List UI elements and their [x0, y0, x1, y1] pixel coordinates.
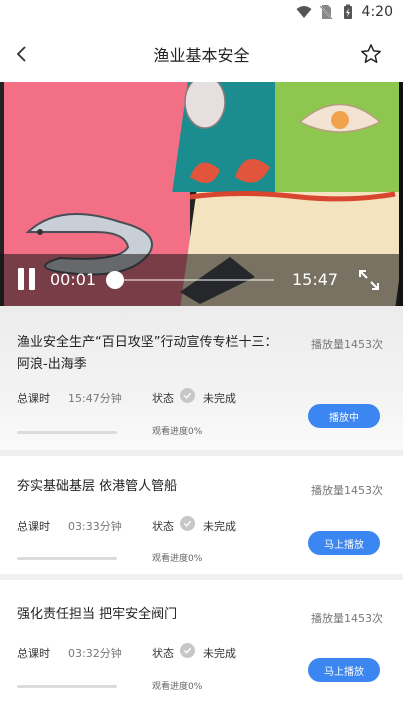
lesson-title: 强化责任担当 把牢安全阀门: [17, 607, 178, 622]
lesson-card-active[interactable]: 渔业安全生产“百日攻坚”行动宣传专栏十三：阿浪-出海季 播放量1453次 总课时…: [0, 306, 403, 450]
total-time: 15:47: [292, 270, 339, 289]
lesson-play-count: 播放量1453次: [311, 612, 383, 625]
lesson-card[interactable]: 夯实基础基层 依港管人管船 播放量1453次 总课时 03:33分钟 状态 未完…: [0, 456, 403, 574]
lesson-play-count: 播放量1453次: [311, 338, 383, 351]
lesson-progress-bar: [17, 431, 117, 434]
completion-status: 未完成: [203, 392, 236, 405]
duration-label: 总课时: [17, 647, 50, 660]
lesson-progress-bar: [17, 557, 117, 560]
wifi-icon: [296, 6, 312, 18]
check-icon: [180, 388, 195, 403]
pause-bar: [18, 268, 24, 290]
star-icon: [361, 44, 381, 63]
status-time: 4:20: [361, 4, 393, 20]
seek-bar[interactable]: [106, 271, 274, 289]
duration-label: 总课时: [17, 520, 50, 533]
check-icon: [180, 643, 195, 658]
duration-label: 总课时: [17, 392, 50, 405]
lesson-title: 渔业安全生产“百日攻坚”行动宣传专栏十三：阿浪-出海季: [17, 335, 278, 372]
lesson-progress-bar: [17, 685, 117, 688]
status-label: 状态: [152, 520, 174, 533]
watch-progress: 观看进度0%: [152, 427, 203, 437]
battery-charging-icon: [343, 4, 352, 19]
lesson-duration: 15:47分钟: [68, 392, 122, 405]
watch-progress: 观看进度0%: [152, 554, 203, 564]
lesson-play-count: 播放量1453次: [311, 484, 383, 497]
fullscreen-icon: [359, 270, 379, 290]
pause-button[interactable]: [18, 268, 38, 292]
status-bar: 4:20: [0, 0, 403, 28]
check-icon: [180, 516, 195, 531]
current-time: 00:01: [50, 270, 97, 289]
lesson-title: 夯实基础基层 依港管人管船: [17, 479, 178, 494]
completion-status: 未完成: [203, 647, 236, 660]
seek-bar-thumb[interactable]: [106, 271, 125, 289]
watch-progress: 观看进度0%: [152, 682, 203, 692]
favorite-button[interactable]: [357, 40, 385, 68]
lesson-card[interactable]: 强化责任担当 把牢安全阀门 播放量1453次 总课时 03:32分钟 状态 未完…: [0, 580, 403, 718]
playing-button[interactable]: 播放中: [308, 404, 380, 428]
play-now-button[interactable]: 马上播放: [308, 658, 380, 682]
video-controls: 00:01 15:47: [0, 254, 403, 306]
play-now-button[interactable]: 马上播放: [308, 531, 380, 555]
status-icons: 4:20: [296, 4, 393, 20]
lesson-duration: 03:33分钟: [68, 520, 122, 533]
fullscreen-button[interactable]: [357, 268, 381, 292]
status-label: 状态: [152, 647, 174, 660]
page-title: 渔业基本安全: [153, 46, 250, 65]
header: 渔业基本安全: [0, 28, 403, 80]
lesson-duration: 03:32分钟: [68, 647, 122, 660]
no-sim-icon: [318, 5, 333, 20]
status-label: 状态: [152, 392, 174, 405]
pause-bar: [29, 268, 35, 290]
completion-status: 未完成: [203, 520, 236, 533]
